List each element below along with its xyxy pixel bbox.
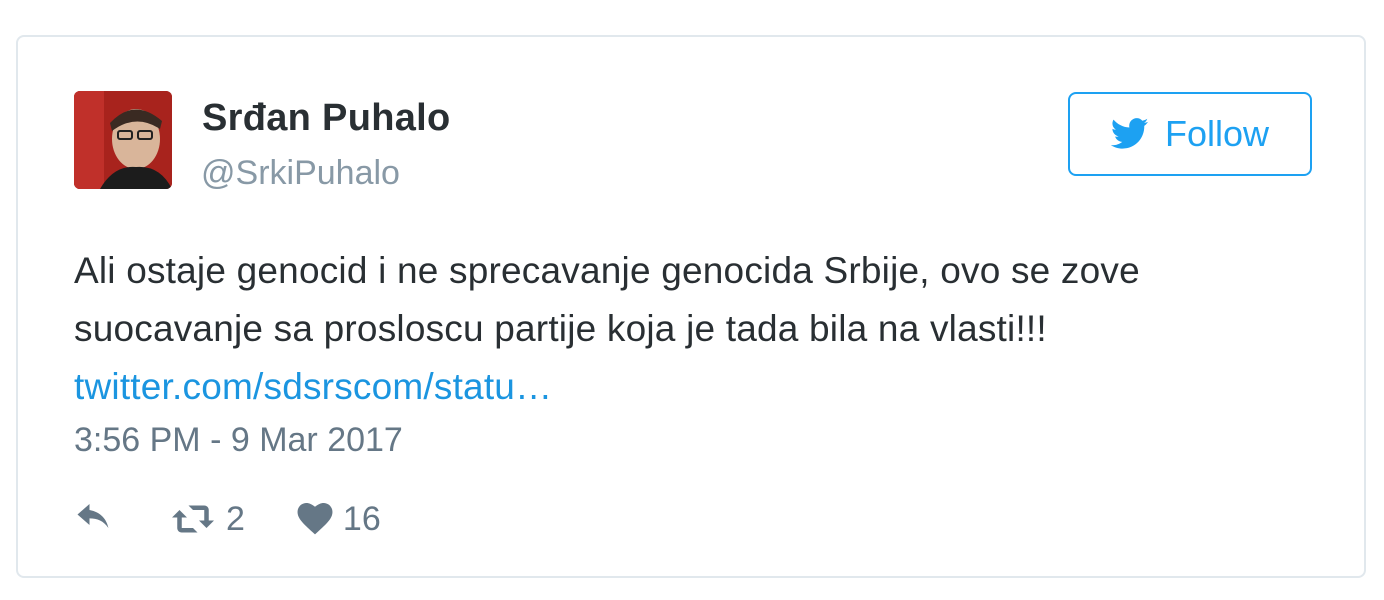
twitter-bird-icon (1110, 118, 1149, 150)
follow-label: Follow (1164, 113, 1270, 154)
tweet-timestamp[interactable]: 3:56 PM - 9 Mar 2017 (74, 421, 403, 460)
heart-icon (297, 503, 333, 535)
tweet-card: Srđan Puhalo @SrkiPuhalo Follow Ali osta… (16, 35, 1366, 578)
retweet-icon (172, 505, 214, 533)
like-count: 16 (342, 499, 381, 538)
avatar[interactable] (74, 91, 172, 189)
reply-icon (77, 504, 109, 528)
follow-button[interactable]: Follow (1068, 92, 1312, 176)
retweet-button[interactable]: 2 (170, 500, 245, 539)
author-handle[interactable]: @SrkiPuhalo (201, 154, 400, 193)
tweet-text: Ali ostaje genocid i ne sprecavanje geno… (74, 242, 1314, 416)
retweet-count: 2 (226, 499, 245, 538)
tweet-body: Ali ostaje genocid i ne sprecavanje geno… (74, 250, 1140, 349)
reply-button[interactable] (76, 504, 112, 534)
tweet-actions: 2 16 (76, 495, 381, 543)
avatar-image (74, 91, 172, 189)
author-display-name[interactable]: Srđan Puhalo (202, 97, 451, 140)
tweet-link[interactable]: twitter.com/sdsrscom/statu… (74, 366, 552, 407)
like-button[interactable]: 16 (297, 500, 381, 539)
